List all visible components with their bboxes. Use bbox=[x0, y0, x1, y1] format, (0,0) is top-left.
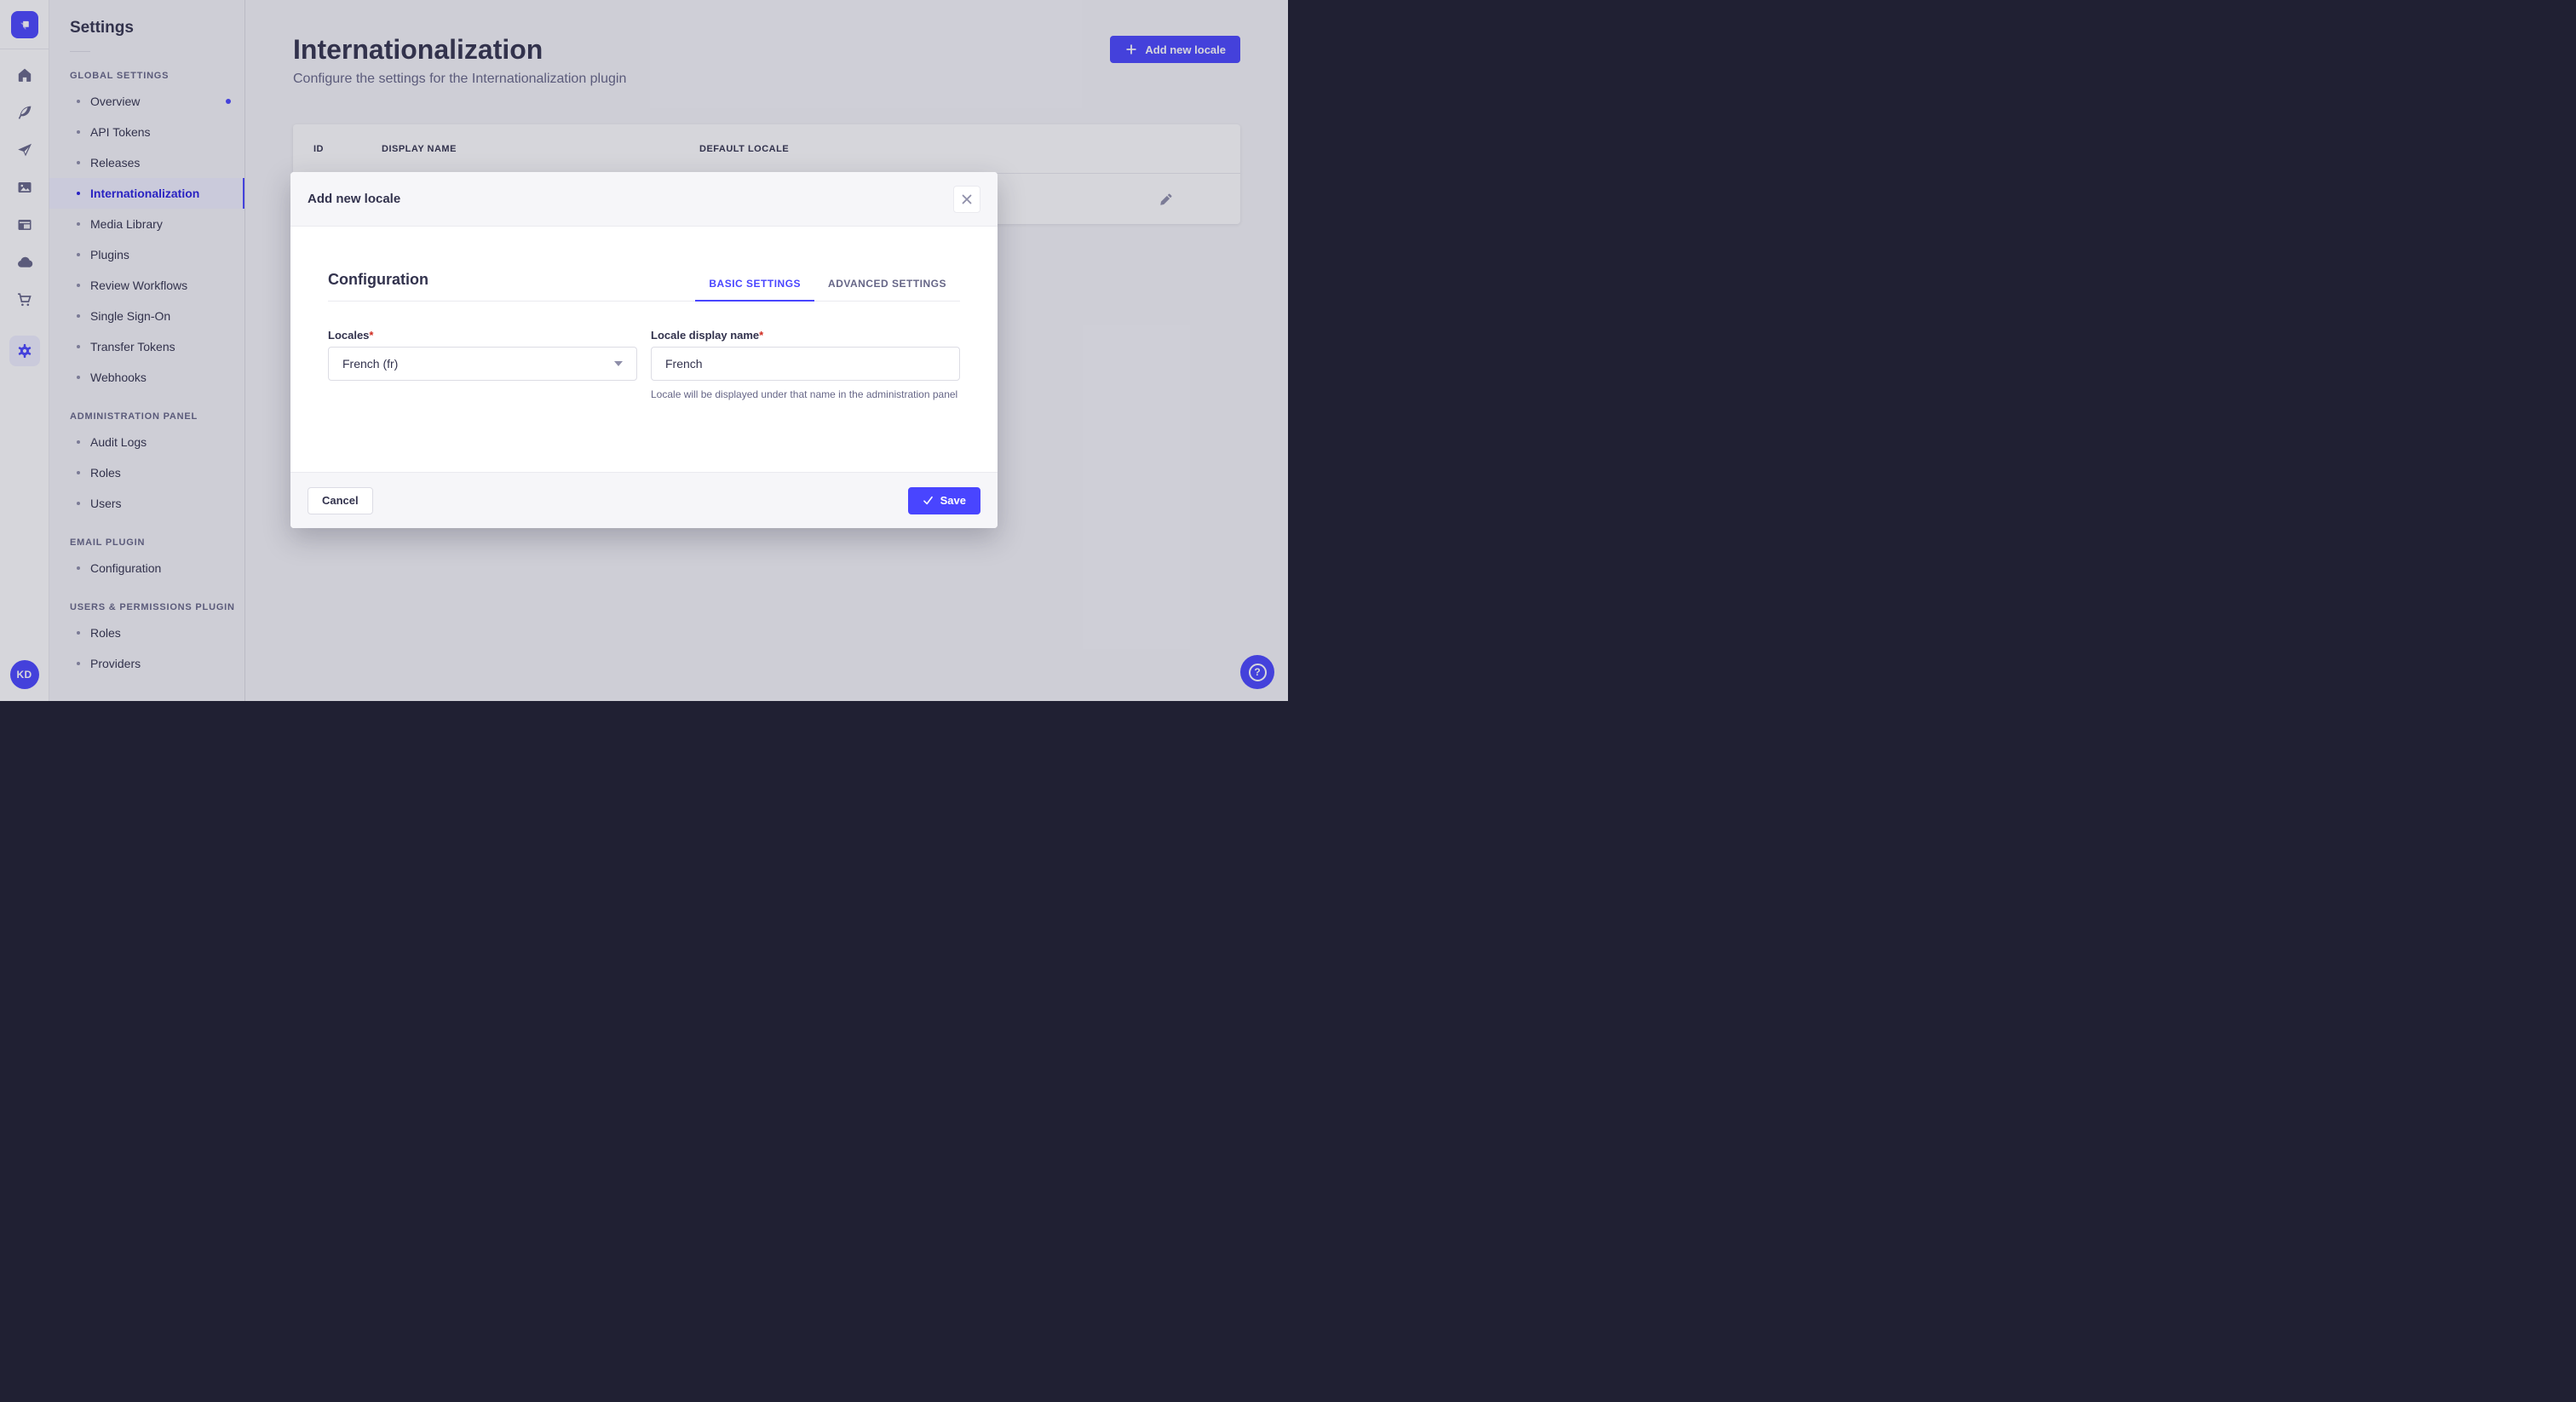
form-fields-row: Locales* French (fr) Locale display name… bbox=[328, 329, 960, 402]
locales-field: Locales* French (fr) bbox=[328, 329, 637, 402]
save-label: Save bbox=[940, 494, 966, 507]
configuration-title: Configuration bbox=[328, 271, 428, 288]
modal-title: Add new locale bbox=[308, 192, 401, 206]
app-window: KD Settings GLOBAL SETTINGS Overview API… bbox=[0, 0, 1288, 701]
chevron-down-icon bbox=[614, 361, 623, 366]
modal-header: Add new locale bbox=[290, 172, 998, 227]
display-name-label: Locale display name* bbox=[651, 329, 960, 342]
locales-select[interactable]: French (fr) bbox=[328, 347, 637, 381]
locales-label-text: Locales bbox=[328, 329, 370, 342]
locales-select-value: French (fr) bbox=[342, 357, 399, 371]
display-name-field: Locale display name* Locale will be disp… bbox=[651, 329, 960, 402]
check-icon bbox=[923, 496, 933, 505]
modal-footer: Cancel Save bbox=[290, 472, 998, 528]
add-locale-modal: Add new locale Configuration BASIC SETTI… bbox=[290, 172, 998, 528]
tab-advanced-settings[interactable]: ADVANCED SETTINGS bbox=[814, 278, 960, 301]
required-asterisk: * bbox=[759, 329, 764, 342]
modal-body: Configuration BASIC SETTINGS ADVANCED SE… bbox=[290, 227, 998, 472]
close-icon[interactable] bbox=[953, 185, 980, 213]
save-button[interactable]: Save bbox=[907, 486, 980, 514]
cancel-button[interactable]: Cancel bbox=[308, 486, 373, 514]
tab-basic-settings[interactable]: BASIC SETTINGS bbox=[695, 278, 814, 302]
display-name-label-text: Locale display name bbox=[651, 329, 760, 342]
settings-tabs: BASIC SETTINGS ADVANCED SETTINGS bbox=[695, 278, 960, 302]
configuration-header-row: Configuration BASIC SETTINGS ADVANCED SE… bbox=[328, 227, 960, 302]
display-name-helper-text: Locale will be displayed under that name… bbox=[651, 388, 958, 400]
locales-label: Locales* bbox=[328, 329, 637, 342]
display-name-input[interactable] bbox=[651, 347, 960, 381]
required-asterisk: * bbox=[369, 329, 374, 342]
